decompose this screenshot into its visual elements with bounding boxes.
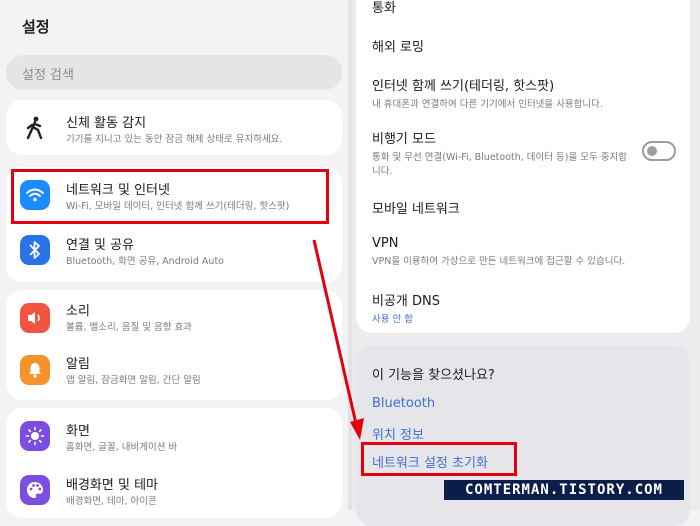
bluetooth-icon <box>20 235 50 265</box>
settings-item-sound[interactable]: 소리 볼륨, 벨소리, 음질 및 음향 효과 <box>6 290 342 345</box>
item-subtitle: Bluetooth, 화면 공유, Android Auto <box>66 256 224 267</box>
item-title: 인터넷 함께 쓰기(테더링, 핫스팟) <box>372 79 555 94</box>
settings-item-roaming[interactable]: 해외 로밍 <box>372 36 424 55</box>
item-title: 해외 로밍 <box>372 40 424 55</box>
settings-item-vpn[interactable]: VPN VPN을 이용하여 가상으로 만든 네트워크에 접근할 수 있습니다. <box>372 236 625 269</box>
item-title: 통화 <box>372 1 396 16</box>
annotation-arrow <box>312 239 364 440</box>
settings-card-sound: 소리 볼륨, 벨소리, 음질 및 음향 효과 알림 앱 알림, 잠금화면 알림,… <box>6 290 342 400</box>
item-title: 소리 <box>66 304 90 319</box>
link-bluetooth[interactable]: Bluetooth <box>372 396 435 411</box>
airplane-mode-toggle[interactable] <box>642 141 676 161</box>
link-location[interactable]: 위치 정보 <box>372 424 424 443</box>
brightness-icon <box>20 421 50 451</box>
item-status: 사용 안 함 <box>372 314 413 325</box>
item-subtitle: 통화 및 무선 연결(Wi-Fi, Bluetooth, 데이터 등)을 모두 … <box>372 152 627 177</box>
item-title: 알림 <box>66 357 90 372</box>
search-input[interactable]: 설정 검색 <box>6 55 342 90</box>
highlight-network-reset <box>361 442 517 476</box>
item-title: 비행기 모드 <box>372 132 436 147</box>
settings-item-connections[interactable]: 연결 및 공유 Bluetooth, 화면 공유, Android Auto <box>6 223 342 279</box>
item-title: 신체 활동 감지 <box>66 116 147 131</box>
settings-left-pane: 설정 설정 검색 신체 활동 감지 기기를 지니고 있는 동안 잠금 해제 상태… <box>0 0 350 518</box>
item-subtitle: 볼륨, 벨소리, 음질 및 음향 효과 <box>66 322 193 333</box>
search-placeholder: 설정 검색 <box>22 68 74 83</box>
item-title: 배경화면 및 테마 <box>66 478 158 493</box>
settings-item-tethering[interactable]: 인터넷 함께 쓰기(테더링, 핫스팟) 내 휴대폰과 연결하여 다른 기기에서 … <box>372 75 603 112</box>
item-subtitle: 앱 알림, 잠금화면 알림, 간단 알림 <box>66 375 201 386</box>
settings-card-display: 화면 홈화면, 글꼴, 내비게이션 바 배경화면 및 테마 배경화면, 테마, … <box>6 408 342 518</box>
settings-item-calls[interactable]: 통화 <box>372 0 396 16</box>
walking-person-icon <box>20 113 50 143</box>
settings-item-airplane-mode[interactable]: 비행기 모드 통화 및 무선 연결(Wi-Fi, Bluetooth, 데이터 … <box>372 128 634 179</box>
item-title: 화면 <box>66 424 90 439</box>
settings-item-display[interactable]: 화면 홈화면, 글꼴, 내비게이션 바 <box>6 408 342 463</box>
item-subtitle: 기기를 지니고 있는 동안 잠금 해제 상태로 유지하세요. <box>66 134 283 145</box>
settings-card-motion: 신체 활동 감지 기기를 지니고 있는 동안 잠금 해제 상태로 유지하세요. <box>6 100 342 155</box>
item-title: 비공개 DNS <box>372 294 440 309</box>
bell-icon <box>20 355 50 385</box>
item-subtitle: 내 휴대폰과 연결하여 다른 기기에서 인터넷을 사용합니다. <box>372 99 603 110</box>
item-title: 모바일 네트워크 <box>372 202 460 217</box>
settings-item-mobile-network[interactable]: 모바일 네트워크 <box>372 198 460 217</box>
palette-icon <box>20 475 50 505</box>
speaker-icon <box>20 303 50 333</box>
toggle-knob <box>647 146 657 156</box>
page-title: 설정 <box>22 18 50 36</box>
item-subtitle: VPN을 이용하여 가상으로 만든 네트워크에 접근할 수 있습니다. <box>372 256 626 267</box>
watermark: COMTERMAN.TISTORY.COM <box>444 480 684 500</box>
suggestion-title: 이 기능을 찾으셨나요? <box>372 368 495 383</box>
item-title: 연결 및 공유 <box>66 238 135 253</box>
settings-item-private-dns[interactable]: 비공개 DNS 사용 안 함 <box>372 290 440 327</box>
highlight-network-item <box>11 169 329 224</box>
settings-item-notifications[interactable]: 알림 앱 알림, 잠금화면 알림, 간단 알림 <box>6 345 342 400</box>
item-subtitle: 배경화면, 테마, 아이콘 <box>66 496 157 507</box>
item-title: VPN <box>372 236 399 251</box>
item-subtitle: 홈화면, 글꼴, 내비게이션 바 <box>66 442 178 453</box>
settings-item-motion[interactable]: 신체 활동 감지 기기를 지니고 있는 동안 잠금 해제 상태로 유지하세요. <box>6 100 342 155</box>
